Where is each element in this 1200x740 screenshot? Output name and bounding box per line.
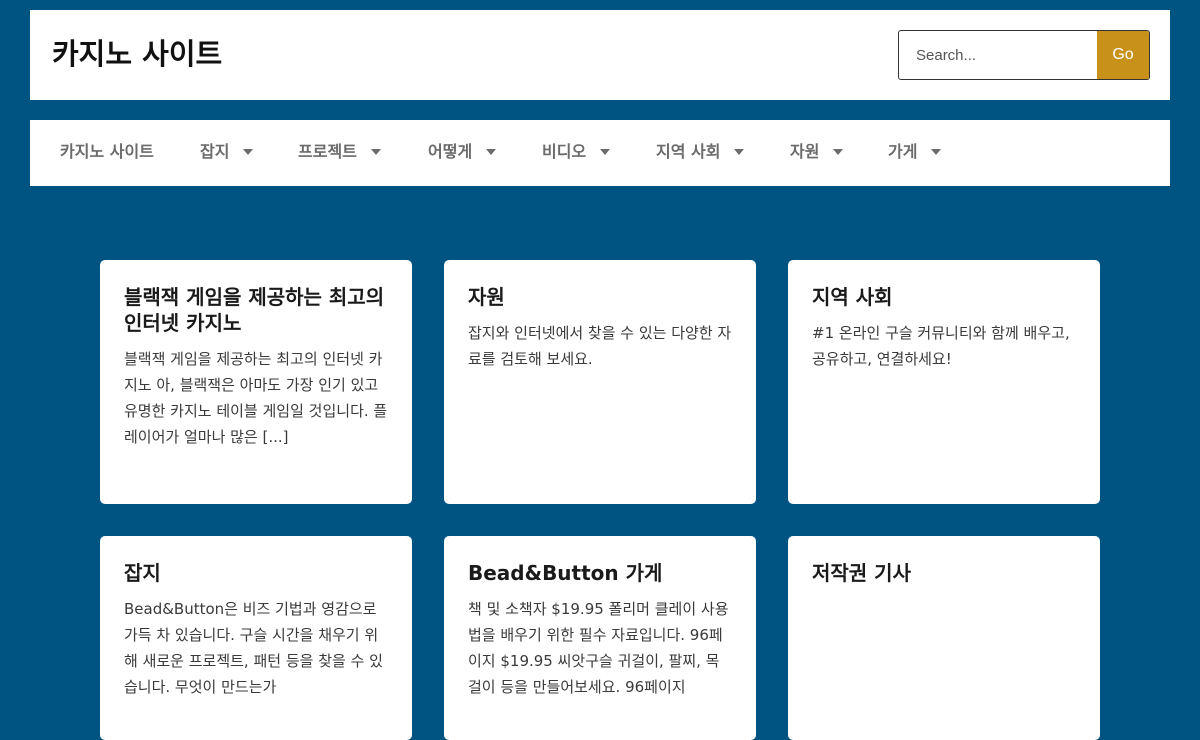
nav-item-label: 잡지	[200, 142, 230, 161]
chevron-down-icon	[600, 148, 611, 155]
card-copyright: 저작권 기사	[788, 536, 1100, 740]
nav-item-magazine[interactable]: 잡지	[200, 120, 254, 186]
chevron-down-icon	[486, 148, 497, 155]
card-magazine: 잡지 Bead&Button은 비즈 기법과 영감으로 가득 차 있습니다. 구…	[100, 536, 412, 740]
site-title[interactable]: 카지노 사이트	[52, 34, 222, 74]
card-excerpt: Bead&Button은 비즈 기법과 영감으로 가득 차 있습니다. 구슬 시…	[124, 600, 383, 696]
nav-item-label: 카지노 사이트	[60, 142, 154, 161]
nav-item-label: 비디오	[542, 142, 587, 161]
nav-item-label: 가게	[888, 142, 918, 161]
nav-item-video[interactable]: 비디오	[542, 120, 611, 186]
chevron-down-icon	[833, 148, 844, 155]
card-excerpt: 책 및 소책자 $19.95 폴리머 클레이 사용법을 배우기 위한 필수 자료…	[468, 600, 729, 696]
card-shop: Bead&Button 가게 책 및 소책자 $19.95 폴리머 클레이 사용…	[444, 536, 756, 740]
search-go-button[interactable]: Go	[1097, 31, 1149, 79]
nav-item-projects[interactable]: 프로젝트	[298, 120, 381, 186]
nav-item-resources[interactable]: 자원	[790, 120, 844, 186]
card-blackjack: 블랙잭 게임을 제공하는 최고의 인터넷 카지노 블랙잭 게임을 제공하는 최고…	[100, 260, 412, 504]
nav-item-label: 프로젝트	[298, 142, 357, 161]
card-title[interactable]: 저작권 기사	[812, 560, 1076, 586]
site-header: 카지노 사이트 Go	[30, 10, 1170, 100]
card-title[interactable]: 자원	[468, 284, 732, 310]
card-title[interactable]: 블랙잭 게임을 제공하는 최고의 인터넷 카지노	[124, 284, 388, 336]
chevron-down-icon	[931, 148, 942, 155]
card-resources: 자원 잡지와 인터넷에서 찾을 수 있는 다양한 자료를 검토해 보세요.	[444, 260, 756, 504]
card-excerpt: 잡지와 인터넷에서 찾을 수 있는 다양한 자료를 검토해 보세요.	[468, 324, 732, 368]
chevron-down-icon	[243, 148, 254, 155]
nav-item-community[interactable]: 지역 사회	[656, 120, 745, 186]
card-excerpt: #1 온라인 구슬 커뮤니티와 함께 배우고, 공유하고, 연결하세요!	[812, 324, 1070, 368]
nav-item-label: 지역 사회	[656, 142, 721, 161]
nav-item-label: 어떻게	[428, 142, 473, 161]
nav-item-label: 자원	[790, 142, 820, 161]
nav-item-shop[interactable]: 가게	[888, 120, 942, 186]
search-form: Go	[898, 30, 1150, 80]
card-title[interactable]: 지역 사회	[812, 284, 1076, 310]
main-nav: 카지노 사이트 잡지 프로젝트 어떻게 비디오 지역 사회 자원 가게	[30, 120, 1170, 186]
nav-item-casino-site[interactable]: 카지노 사이트	[60, 120, 154, 186]
chevron-down-icon	[370, 148, 381, 155]
card-community: 지역 사회 #1 온라인 구슬 커뮤니티와 함께 배우고, 공유하고, 연결하세…	[788, 260, 1100, 504]
chevron-down-icon	[734, 148, 745, 155]
search-input[interactable]	[899, 31, 1097, 79]
nav-item-how-to[interactable]: 어떻게	[428, 120, 497, 186]
card-title[interactable]: 잡지	[124, 560, 388, 586]
card-title[interactable]: Bead&Button 가게	[468, 560, 732, 586]
card-excerpt: 블랙잭 게임을 제공하는 최고의 인터넷 카지노 아, 블랙잭은 아마도 가장 …	[124, 350, 388, 446]
